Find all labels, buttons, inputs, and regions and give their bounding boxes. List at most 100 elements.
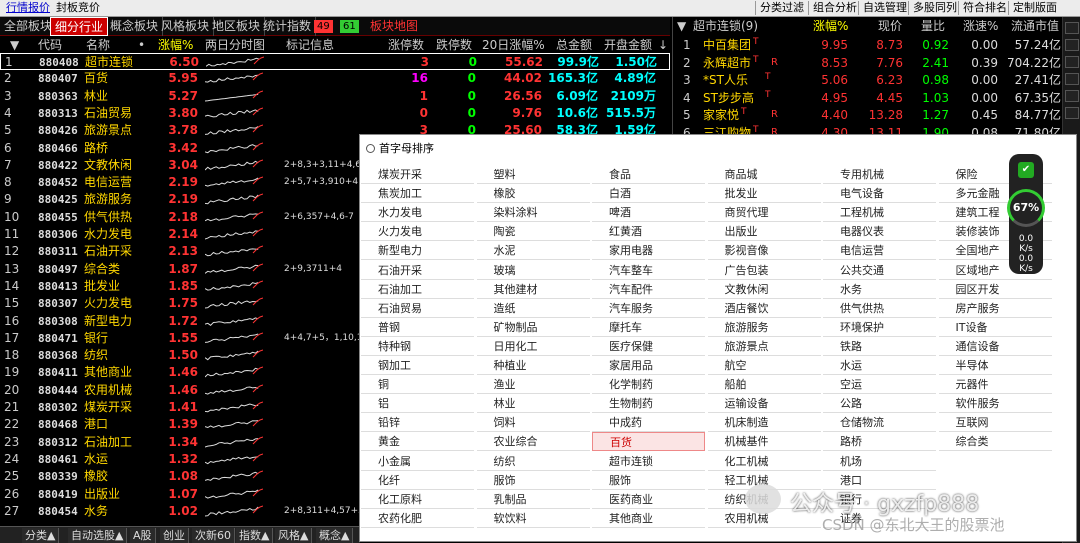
industry-item[interactable]: 食品 bbox=[592, 165, 705, 184]
industry-item[interactable]: 汽车整车 bbox=[592, 261, 705, 280]
industry-item[interactable]: 特种钢 bbox=[361, 337, 474, 356]
custom-layout-button[interactable]: 定制版面 bbox=[1008, 1, 1061, 15]
col-code[interactable]: 代码 bbox=[38, 37, 62, 54]
industry-item[interactable]: 矿物制品 bbox=[476, 318, 590, 337]
industry-item[interactable]: 空运 bbox=[823, 375, 936, 395]
tab-sub-industry[interactable]: 细分行业 bbox=[50, 17, 109, 36]
industry-item[interactable]: 火力发电 bbox=[361, 222, 474, 242]
industry-item[interactable]: 纺织 bbox=[476, 452, 590, 471]
industry-item[interactable]: 半导体 bbox=[938, 356, 1052, 375]
stock-sort-icon[interactable]: ▼ bbox=[677, 17, 686, 35]
industry-item[interactable]: 塑料 bbox=[476, 165, 590, 184]
industry-item[interactable]: 橡胶 bbox=[476, 184, 590, 204]
multi-stock-button[interactable]: 多股同列 bbox=[908, 1, 961, 15]
col-stock-speed[interactable]: 涨速% bbox=[963, 17, 998, 35]
industry-item[interactable]: 化工原料 bbox=[361, 490, 474, 509]
bottom-tab[interactable]: 自动选股▲ bbox=[68, 528, 128, 543]
industry-item[interactable]: 渔业 bbox=[476, 375, 590, 395]
industry-item[interactable]: 农业综合 bbox=[476, 432, 590, 452]
industry-item[interactable]: 玻璃 bbox=[476, 261, 590, 280]
toolbar-button[interactable] bbox=[1065, 39, 1079, 51]
industry-item[interactable]: 化学制药 bbox=[592, 375, 705, 395]
industry-item[interactable]: 综合类 bbox=[938, 432, 1052, 452]
col-up[interactable]: 涨停数 bbox=[388, 37, 424, 54]
industry-item[interactable]: 广告包装 bbox=[707, 261, 821, 280]
industry-item[interactable]: 机场 bbox=[823, 452, 936, 471]
industry-item[interactable]: 房产服务 bbox=[938, 299, 1052, 318]
tab-style[interactable]: 风格板块 bbox=[157, 17, 215, 36]
industry-item[interactable]: 生物制药 bbox=[592, 394, 705, 414]
sort-by-initial-option[interactable]: 首字母排序 bbox=[366, 140, 434, 156]
industry-item[interactable]: 电信运营 bbox=[823, 241, 936, 261]
table-row[interactable]: 2 880407 百货 5.95 16 0 44.02 165.3亿 4.89亿 bbox=[0, 70, 670, 87]
industry-item[interactable]: 水力发电 bbox=[361, 203, 474, 223]
industry-item[interactable]: 汽车配件 bbox=[592, 280, 705, 299]
tab-stat-index[interactable]: 统计指数 bbox=[259, 17, 317, 36]
industry-item[interactable]: 酒店餐饮 bbox=[707, 299, 821, 318]
industry-item[interactable]: 文教休闲 bbox=[707, 280, 821, 299]
toolbar-button[interactable] bbox=[1065, 56, 1079, 68]
radio-icon[interactable] bbox=[366, 144, 375, 153]
stock-row[interactable]: 1 中百集团 T 9.95 8.73 0.92 0.00 57.24亿 bbox=[673, 36, 1063, 53]
col-open-amount[interactable]: 开盘金额 bbox=[604, 37, 652, 54]
industry-item[interactable]: 电器仪表 bbox=[823, 222, 936, 242]
industry-item[interactable]: 机床制造 bbox=[707, 413, 821, 433]
industry-item[interactable]: 软件服务 bbox=[938, 394, 1052, 414]
industry-item[interactable]: 染料涂料 bbox=[476, 203, 590, 223]
industry-item[interactable]: 石油开采 bbox=[361, 261, 474, 280]
industry-item[interactable]: 商品城 bbox=[707, 165, 821, 184]
industry-item[interactable]: 新型电力 bbox=[361, 241, 474, 261]
industry-item[interactable]: 黄金 bbox=[361, 432, 474, 452]
bottom-tab[interactable]: 风格▲ bbox=[275, 528, 313, 543]
industry-item[interactable]: 水泥 bbox=[476, 241, 590, 261]
industry-item[interactable]: 日用化工 bbox=[476, 337, 590, 356]
industry-item[interactable]: 水务 bbox=[823, 280, 936, 299]
col-stock-price[interactable]: 现价 bbox=[878, 17, 902, 35]
toolbar-button[interactable] bbox=[1065, 73, 1079, 85]
industry-item[interactable]: 林业 bbox=[476, 394, 590, 414]
industry-item[interactable]: 医药商业 bbox=[592, 490, 705, 509]
industry-item[interactable]: 化纤 bbox=[361, 471, 474, 490]
industry-item[interactable]: 饲料 bbox=[476, 413, 590, 433]
industry-item[interactable]: 出版业 bbox=[707, 222, 821, 242]
industry-item[interactable]: 摩托车 bbox=[592, 318, 705, 337]
stock-row[interactable]: 4 ST步步高 T 4.95 4.45 1.03 0.00 67.35亿 bbox=[673, 89, 1063, 106]
industry-item[interactable]: 啤酒 bbox=[592, 203, 705, 223]
industry-item[interactable]: 铅锌 bbox=[361, 413, 474, 433]
bottom-tab[interactable]: 分类▲ bbox=[22, 528, 60, 543]
industry-item[interactable]: 机械基件 bbox=[707, 432, 821, 452]
industry-item[interactable]: 小金属 bbox=[361, 452, 474, 471]
industry-item[interactable]: 农药化肥 bbox=[361, 509, 474, 528]
bottom-tab[interactable]: 次新60 bbox=[192, 528, 235, 543]
col-stock-cap[interactable]: 流通市值 bbox=[1011, 17, 1059, 35]
tab-all-sectors[interactable]: 全部板块 bbox=[0, 17, 58, 36]
industry-item[interactable]: 软饮料 bbox=[476, 509, 590, 528]
stock-row[interactable]: 3 *ST人乐 T 5.06 6.23 0.98 0.00 27.41亿 bbox=[673, 71, 1063, 88]
combo-analysis-button[interactable]: 组合分析 bbox=[808, 1, 861, 15]
toolbar-button[interactable] bbox=[1065, 107, 1079, 119]
industry-item[interactable]: 运输设备 bbox=[707, 394, 821, 414]
industry-item[interactable]: 白酒 bbox=[592, 184, 705, 204]
tab-region[interactable]: 地区板块 bbox=[208, 17, 266, 36]
industry-item[interactable]: 旅游服务 bbox=[707, 318, 821, 337]
sort-arrow-icon[interactable]: ▼ bbox=[10, 37, 19, 54]
industry-item[interactable]: 家居用品 bbox=[592, 356, 705, 375]
industry-item[interactable]: 煤炭开采 bbox=[361, 165, 474, 184]
industry-item[interactable]: 航空 bbox=[707, 356, 821, 375]
tab-concept[interactable]: 概念板块 bbox=[106, 17, 164, 36]
col-amount[interactable]: 总金额 bbox=[556, 37, 592, 54]
bottom-tab[interactable]: 指数▲ bbox=[236, 528, 274, 543]
bottom-tab[interactable]: 概念▲ bbox=[316, 528, 354, 543]
industry-item[interactable]: 石油贸易 bbox=[361, 299, 474, 318]
col-pct[interactable]: 涨幅% bbox=[158, 37, 193, 54]
industry-item[interactable]: 乳制品 bbox=[476, 490, 590, 509]
industry-item[interactable]: 百货 bbox=[592, 432, 705, 452]
col-down[interactable]: 跌停数 bbox=[436, 37, 472, 54]
industry-item[interactable]: 服饰 bbox=[592, 471, 705, 490]
industry-item[interactable]: 电气设备 bbox=[823, 184, 936, 204]
stock-row[interactable]: 5 家家悦 T R 4.40 13.28 1.27 0.45 84.77亿 bbox=[673, 106, 1063, 123]
industry-item[interactable]: 旅游景点 bbox=[707, 337, 821, 356]
col-stock-pct[interactable]: 涨幅% bbox=[813, 17, 848, 35]
table-row[interactable]: 4 880313 石油贸易 3.80 0 0 9.76 10.6亿 515.5万 bbox=[0, 105, 670, 122]
industry-item[interactable]: 元器件 bbox=[938, 375, 1052, 395]
